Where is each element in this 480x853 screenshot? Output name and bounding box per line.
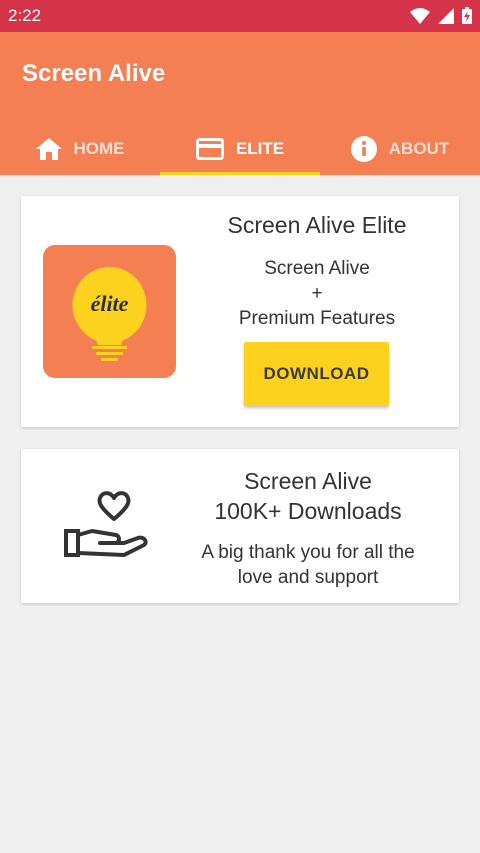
thanks-title-line: Screen Alive: [244, 468, 372, 494]
status-time: 2:22: [8, 6, 42, 25]
tab-about[interactable]: ABOUT: [320, 122, 480, 175]
logo-text: élite: [91, 291, 129, 316]
heart-hand-icon: [64, 491, 148, 557]
elite-subtitle-line: +: [311, 283, 323, 304]
thanks-message: A big thank you for all the love and sup…: [176, 540, 440, 590]
elite-subtitle: Screen Alive + Premium Features: [197, 256, 437, 331]
elite-title: Screen Alive Elite: [227, 212, 407, 238]
info-icon: [350, 135, 377, 162]
card-icon: [195, 137, 224, 160]
app-bar: Screen Alive HOME ELITE ABOUT: [0, 32, 480, 175]
app-title: Screen Alive: [22, 60, 166, 87]
signal-icon: [438, 7, 454, 24]
thanks-message-line: love and support: [237, 567, 379, 588]
thanks-title: Screen Alive 100K+ Downloads: [186, 466, 430, 526]
thanks-card: Screen Alive 100K+ Downloads A big thank…: [21, 449, 459, 603]
elite-subtitle-line: Premium Features: [238, 308, 396, 329]
tab-elite[interactable]: ELITE: [160, 122, 320, 175]
thanks-title-line: 100K+ Downloads: [214, 498, 402, 524]
thanks-message-line: A big thank you for all the: [201, 542, 415, 563]
battery-charging-icon: [462, 7, 472, 24]
status-icons: [410, 7, 472, 24]
tab-home-label: HOME: [73, 138, 125, 158]
tab-home[interactable]: HOME: [0, 122, 160, 175]
elite-logo: élite: [43, 245, 176, 378]
tab-about-label: ABOUT: [388, 138, 450, 158]
tab-bar: HOME ELITE ABOUT: [0, 122, 480, 175]
lightbulb-icon: élite: [72, 267, 147, 361]
elite-subtitle-line: Screen Alive: [264, 258, 370, 279]
status-bar: 2:22: [0, 0, 480, 32]
tab-elite-label: ELITE: [235, 138, 285, 158]
home-icon: [35, 137, 62, 160]
wifi-icon: [410, 7, 430, 24]
download-button[interactable]: DOWNLOAD: [244, 342, 389, 406]
elite-card: élite Screen Alive Elite Screen Alive + …: [21, 196, 459, 427]
